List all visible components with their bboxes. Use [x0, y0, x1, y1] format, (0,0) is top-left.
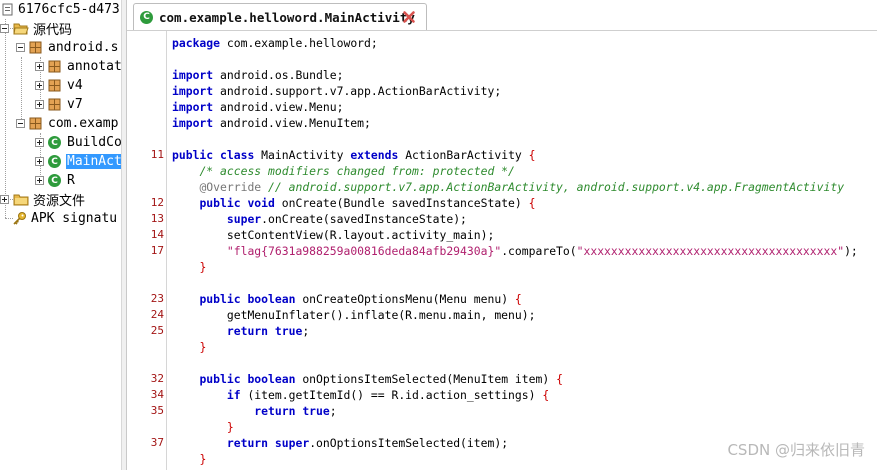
expand-icon[interactable] — [35, 157, 44, 166]
code-line: if (item.getItemId() == R.id.action_sett… — [226, 388, 550, 402]
code-line: super.onCreate(savedInstanceState); — [226, 212, 467, 226]
tree-item-resources[interactable]: 资源文件 — [0, 190, 86, 209]
tree-item-com-label: com.examp — [48, 116, 119, 131]
code-line: return true; — [254, 404, 337, 418]
code-line: @Override // android.support.v7.app.Acti… — [199, 180, 845, 194]
line-number: 17 — [150, 244, 164, 257]
folder-open-icon — [13, 23, 29, 35]
tree-item-r[interactable]: C R — [35, 171, 76, 190]
tab-title: com.example.helloword.MainActivity — [159, 9, 415, 25]
tree-item-source-label: 源代码 — [33, 23, 73, 38]
code-line: } — [199, 340, 207, 354]
tree-item-v7[interactable]: v7 — [35, 95, 84, 114]
tree-item-buildconfig[interactable]: C BuildCo — [35, 133, 121, 152]
expand-icon[interactable] — [35, 138, 44, 147]
line-number: 37 — [150, 436, 164, 449]
project-tree[interactable]: 6176cfc5-d473- 源代码 android.s annotat v4 — [0, 0, 121, 470]
code-line: package com.example.helloword; — [172, 36, 378, 50]
code-line: setContentView(R.layout.activity_main); — [226, 228, 495, 242]
tree-item-resources-label: 资源文件 — [33, 194, 86, 209]
expand-icon[interactable] — [35, 81, 44, 90]
tree-item-mainactivity[interactable]: C MainAct — [35, 152, 121, 171]
package-icon — [48, 79, 61, 92]
code-line: import android.support.v7.app.ActionBarA… — [172, 84, 502, 98]
tree-item-android-label: android.s — [48, 40, 119, 55]
expand-icon[interactable] — [35, 176, 44, 185]
package-icon — [29, 117, 42, 130]
package-icon — [48, 98, 61, 111]
line-number: 34 — [150, 388, 164, 401]
tree-item-annotation[interactable]: annotat — [35, 57, 121, 76]
class-icon: C — [140, 10, 153, 24]
apk-file-icon — [2, 3, 13, 16]
code-line: } — [199, 452, 207, 466]
class-icon: C — [48, 174, 61, 187]
collapse-icon[interactable] — [0, 24, 9, 33]
package-icon — [48, 60, 61, 73]
code-line: return super.onOptionsItemSelected(item)… — [226, 436, 509, 450]
line-number: 14 — [150, 228, 164, 241]
tree-item-v4-label: v4 — [67, 78, 83, 93]
tree-item-v4[interactable]: v4 — [35, 76, 84, 95]
tree-item-r-label: R — [67, 173, 75, 188]
code-line: } — [199, 260, 207, 274]
line-number: 35 — [150, 404, 164, 417]
collapse-icon[interactable] — [16, 43, 25, 52]
watermark: CSDN @归来依旧青 — [727, 441, 865, 459]
expand-icon[interactable] — [0, 195, 9, 204]
key-icon — [13, 212, 26, 225]
tree-root-label: 6176cfc5-d473- — [18, 2, 121, 17]
code-line: public void onCreate(Bundle savedInstanc… — [199, 196, 536, 210]
tree-item-buildconfig-label: BuildCo — [67, 135, 121, 150]
expand-icon[interactable] — [35, 62, 44, 71]
tree-item-annotation-label: annotat — [67, 59, 121, 74]
line-number: 24 — [150, 308, 164, 321]
code-line: /* access modifiers changed from: protec… — [199, 164, 515, 178]
class-icon: C — [48, 136, 61, 149]
folder-icon — [13, 194, 29, 206]
code-line: import android.os.Bundle; — [172, 68, 344, 82]
package-icon — [29, 41, 42, 54]
tree-item-apk-signature-label: APK signatu — [31, 211, 118, 226]
tree-item-v7-label: v7 — [67, 97, 83, 112]
tab-mainactivity[interactable]: C com.example.helloword.MainActivity — [133, 3, 427, 30]
class-icon: C — [48, 155, 61, 168]
line-number: 32 — [150, 372, 164, 385]
tree-root[interactable]: 6176cfc5-d473- — [1, 0, 121, 19]
line-number: 12 — [150, 196, 164, 209]
code-line: import android.view.MenuItem; — [172, 116, 371, 130]
collapse-icon[interactable] — [16, 119, 25, 128]
tree-item-apk-signature[interactable]: APK signatu — [12, 209, 118, 228]
code-line: import android.view.Menu; — [172, 100, 344, 114]
code-line: public class MainActivity extends Action… — [172, 148, 536, 162]
tree-item-mainactivity-label: MainAct — [66, 154, 121, 169]
flag-code-line: "flag{7631a988259a00816deda84afb29430a}"… — [226, 244, 858, 258]
code-line: public boolean onCreateOptionsMenu(Menu … — [199, 292, 522, 306]
line-number: 13 — [150, 212, 164, 225]
line-number: 11 — [150, 148, 164, 161]
close-icon[interactable] — [402, 10, 416, 24]
code-line: getMenuInflater().inflate(R.menu.main, m… — [226, 308, 536, 322]
tree-item-android-package[interactable]: android.s — [16, 38, 119, 57]
tree-item-com-package[interactable]: com.examp — [16, 114, 119, 133]
expand-icon[interactable] — [35, 100, 44, 109]
tree-item-source[interactable]: 源代码 — [0, 19, 73, 38]
editor-tab-bar: C com.example.helloword.MainActivity — [127, 0, 877, 31]
line-number: 23 — [150, 292, 164, 305]
code-line: public boolean onOptionsItemSelected(Men… — [199, 372, 563, 386]
line-number: 25 — [150, 324, 164, 337]
code-line: return true; — [226, 324, 310, 338]
code-line: } — [226, 420, 234, 434]
